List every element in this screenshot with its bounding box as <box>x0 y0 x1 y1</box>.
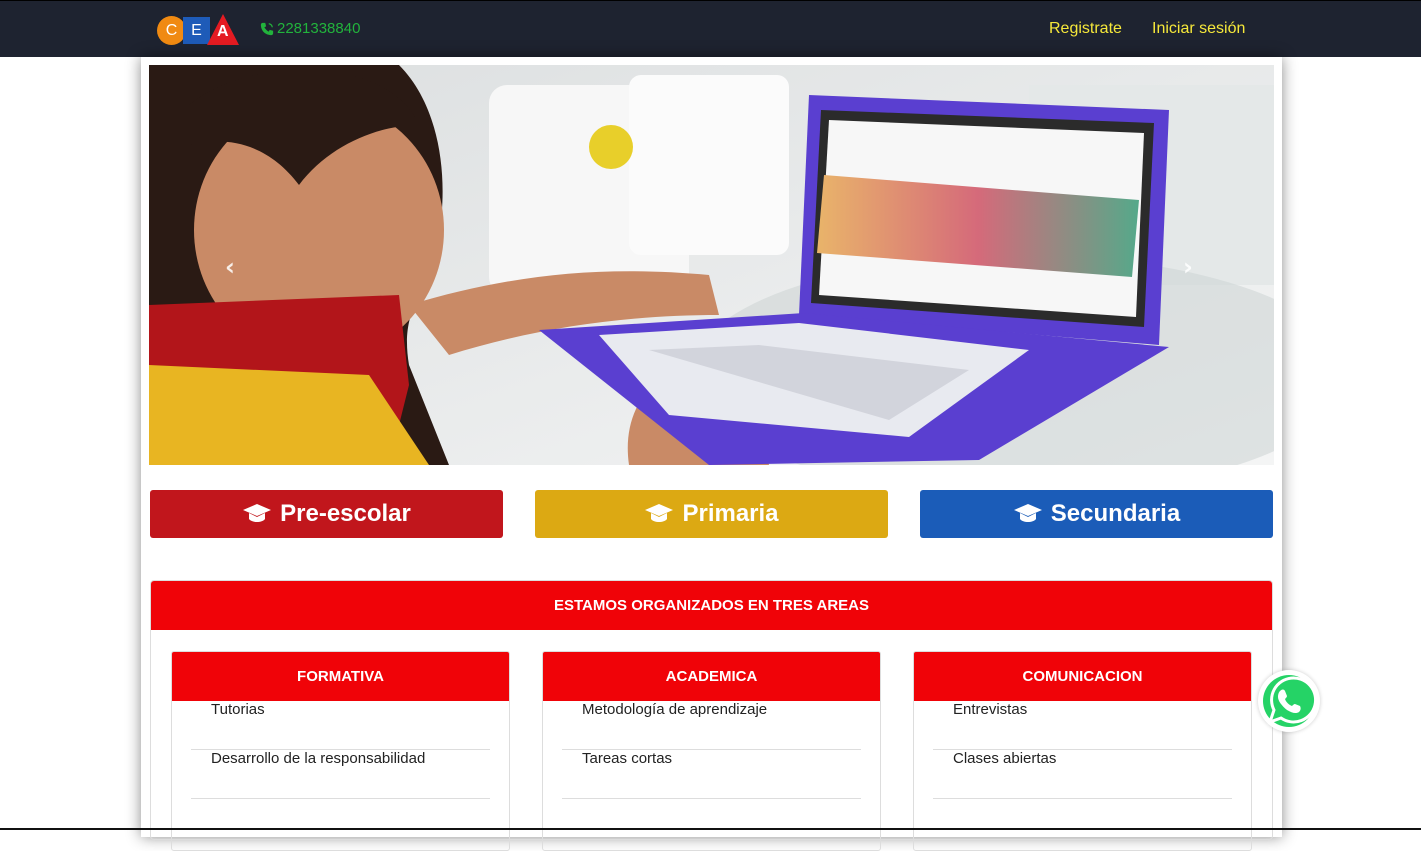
hero-slide-image <box>149 65 1274 465</box>
hero-carousel[interactable]: ‹ › <box>149 65 1274 465</box>
phone-number: 2281338840 <box>277 20 361 37</box>
preescolar-label: Pre-escolar <box>280 500 411 527</box>
phone-icon <box>260 22 274 35</box>
logo-letter-e: E <box>183 17 210 44</box>
phone-contact[interactable]: 2281338840 <box>260 20 360 37</box>
graduation-cap-icon <box>645 504 674 522</box>
logo-letter-a: A <box>217 23 229 40</box>
list-item: Metodología de aprendizaje <box>562 701 861 750</box>
whatsapp-button[interactable] <box>1258 670 1320 732</box>
cea-logo[interactable]: C E A <box>157 14 239 46</box>
main-container: ‹ › Pre-escolar Primaria Secundaria ESTA… <box>141 57 1282 851</box>
logo-letter-c: C <box>157 16 186 45</box>
list-item: Clases abiertas <box>933 750 1232 799</box>
list-item: Tutorias <box>191 701 490 750</box>
area-card-title: COMUNICACION <box>914 652 1251 701</box>
areas-title: ESTAMOS ORGANIZADOS EN TRES AREAS <box>151 581 1272 630</box>
primaria-button[interactable]: Primaria <box>535 490 888 538</box>
carousel-prev-icon[interactable]: ‹ <box>225 253 235 281</box>
carousel-next-icon[interactable]: › <box>1183 253 1193 281</box>
login-link[interactable]: Iniciar sesión <box>1152 20 1245 38</box>
areas-panel: ESTAMOS ORGANIZADOS EN TRES AREAS FORMAT… <box>150 580 1273 851</box>
area-card-comunicacion: COMUNICACION Entrevistas Clases abiertas <box>913 651 1252 851</box>
graduation-cap-icon <box>1013 504 1042 522</box>
list-item: Tareas cortas <box>562 750 861 799</box>
list-item: Desarrollo de la responsabilidad <box>191 750 490 799</box>
secundaria-button[interactable]: Secundaria <box>920 490 1273 538</box>
secundaria-label: Secundaria <box>1050 500 1181 527</box>
preescolar-button[interactable]: Pre-escolar <box>150 490 503 538</box>
primaria-label: Primaria <box>682 500 779 527</box>
graduation-cap-icon <box>243 504 272 522</box>
list-item: Entrevistas <box>933 701 1232 750</box>
area-card-academica: ACADEMICA Metodología de aprendizaje Tar… <box>542 651 881 851</box>
top-navbar: C E A 2281338840 Registrate Iniciar sesi… <box>0 0 1421 57</box>
logo-letter-a-shape: A <box>207 14 239 45</box>
whatsapp-icon <box>1263 675 1318 727</box>
area-card-title: FORMATIVA <box>172 652 509 701</box>
area-card-title: ACADEMICA <box>543 652 880 701</box>
register-link[interactable]: Registrate <box>1049 20 1122 38</box>
area-card-formativa: FORMATIVA Tutorias Desarrollo de la resp… <box>171 651 510 851</box>
